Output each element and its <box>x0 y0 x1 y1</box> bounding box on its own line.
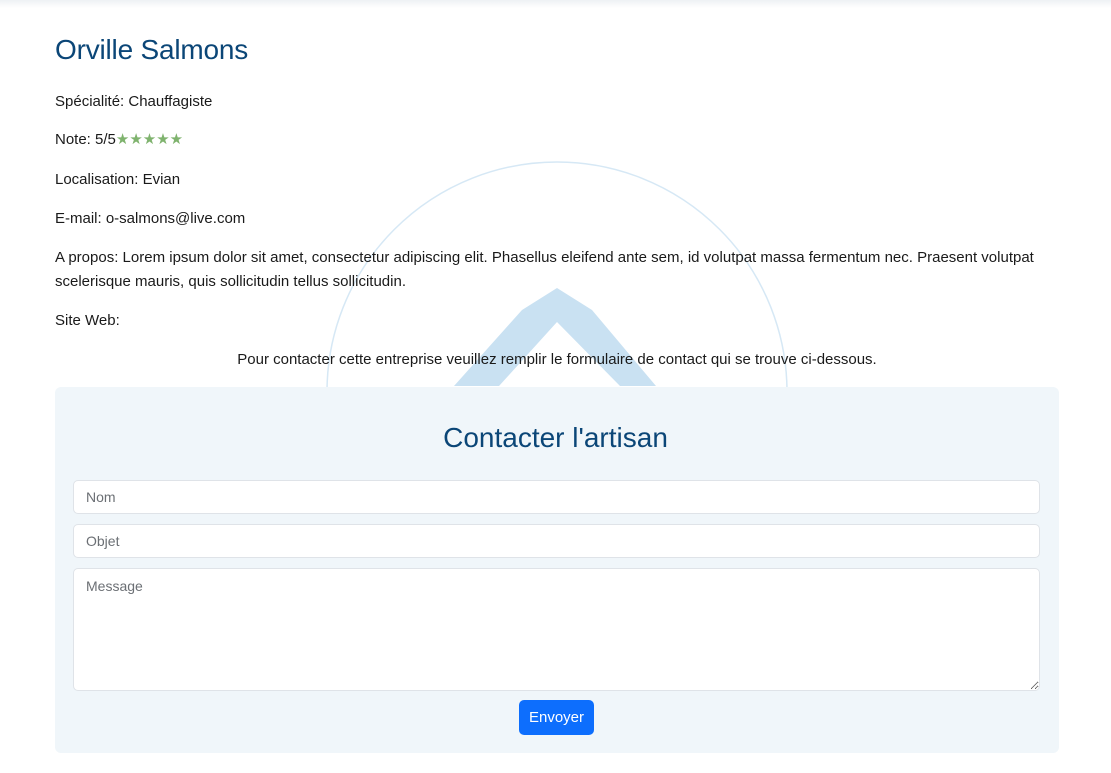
message-textarea[interactable] <box>73 568 1040 691</box>
rating-label: Note: <box>55 131 96 148</box>
rating-value: 5/5 <box>95 131 116 148</box>
artisan-profile-page: Orville Salmons Spécialité: Chauffagiste… <box>0 0 1111 773</box>
location-line: Localisation: Evian <box>55 168 180 192</box>
rating-line: Note: 5/5★★★★★ <box>55 128 183 152</box>
website-line: Site Web: <box>55 309 120 333</box>
specialty-label: Spécialité: <box>55 93 129 110</box>
artisan-name: Orville Salmons <box>55 34 249 65</box>
email-label: E-mail: <box>55 210 106 227</box>
send-button[interactable]: Envoyer <box>519 700 594 735</box>
about-label: A propos: <box>55 249 123 266</box>
location-value: Evian <box>142 171 181 188</box>
location-label: Localisation: <box>55 171 143 188</box>
website-label: Site Web: <box>55 312 120 329</box>
subject-input[interactable] <box>73 524 1040 558</box>
name-input[interactable] <box>73 480 1040 514</box>
header-shadow <box>0 0 1111 8</box>
email-line: E-mail: o-salmons@live.com <box>55 207 245 231</box>
contact-instructions: Pour contacter cette entreprise veuillez… <box>237 351 877 368</box>
specialty-value: Chauffagiste <box>128 93 213 110</box>
about-text: Lorem ipsum dolor sit amet, consectetur … <box>55 249 1034 290</box>
email-value: o-salmons@live.com <box>105 210 246 227</box>
star-rating-icon: ★★★★★ <box>115 131 184 148</box>
specialty-line: Spécialité: Chauffagiste <box>55 90 212 114</box>
contact-form-title: Contacter l'artisan <box>443 422 668 453</box>
about-line: A propos: Lorem ipsum dolor sit amet, co… <box>55 246 1045 294</box>
